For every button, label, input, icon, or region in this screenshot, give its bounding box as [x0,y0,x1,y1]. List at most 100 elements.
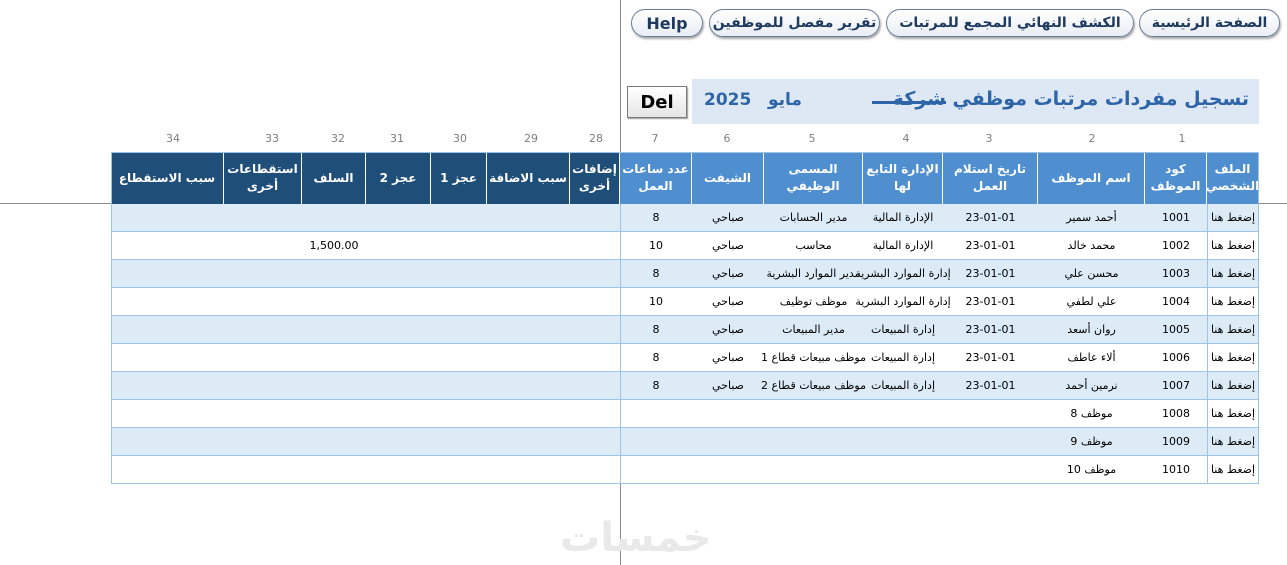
cell-employee-code[interactable]: 1003 [1145,260,1207,287]
cell-department[interactable]: الإدارة المالية [863,232,943,259]
cell-advances[interactable] [302,456,366,483]
cell-profile-link[interactable]: إضغط هنا [1207,260,1259,287]
cell-advances[interactable] [302,288,366,315]
cell-job-title[interactable] [764,456,863,483]
cell-work-hours[interactable]: 10 [620,288,692,315]
page-title: تسجيل مفردات مرتبات موظفي شركة [892,88,1249,110]
cell-department[interactable]: الإدارة المالية [863,204,943,231]
cell-employee-code[interactable]: 1002 [1145,232,1207,259]
title-month[interactable]: مايو [768,90,802,110]
cell-employee-code[interactable]: 1007 [1145,372,1207,399]
cell-employee-code[interactable]: 1009 [1145,428,1207,455]
cell-employee-code[interactable]: 1001 [1145,204,1207,231]
cell-employee-name[interactable]: روان أسعد [1038,316,1145,343]
cell-employee-name[interactable]: نرمين أحمد [1038,372,1145,399]
cell-employee-code[interactable]: 1006 [1145,344,1207,371]
cell-department[interactable] [863,456,943,483]
cell-job-title[interactable]: مدير الحسابات [764,204,863,231]
cell-work-hours[interactable]: 8 [620,260,692,287]
cell-shift[interactable]: صباحي [692,316,764,343]
cell-department[interactable]: إدارة الموارد البشرية [855,260,950,287]
cell-advances[interactable] [302,400,366,427]
title-year[interactable]: 2025 [704,90,751,110]
cell-shift[interactable] [692,400,764,427]
cell-shift[interactable]: صباحي [692,288,764,315]
cell-advances[interactable] [302,428,366,455]
cell-work-hours[interactable] [620,456,692,483]
cell-department[interactable]: إدارة المبيعات [863,344,943,371]
cell-job-title[interactable]: محاسب [764,232,863,259]
cell-start-date[interactable]: 23-01-01 [943,372,1038,399]
cell-start-date[interactable]: 23-01-01 [943,344,1038,371]
cell-advances[interactable] [302,260,366,287]
cell-shift[interactable]: صباحي [692,204,764,231]
cell-profile-link[interactable]: إضغط هنا [1207,204,1259,231]
cell-employee-name[interactable]: موظف 10 [1038,456,1145,483]
cell-profile-link[interactable]: إضغط هنا [1207,428,1259,455]
cell-job-title[interactable]: موظف مبيعات قطاع 1 [761,344,866,371]
cell-advances[interactable] [302,372,366,399]
cell-start-date[interactable] [943,400,1038,427]
cell-employee-name[interactable]: علي لطفي [1038,288,1145,315]
cell-employee-name[interactable]: محسن علي [1038,260,1145,287]
cell-employee-name[interactable]: موظف 9 [1038,428,1145,455]
delete-button[interactable]: Del [627,86,687,118]
cell-job-title[interactable]: موظف مبيعات قطاع 2 [761,372,866,399]
cell-profile-link[interactable]: إضغط هنا [1207,288,1259,315]
cell-job-title[interactable] [764,428,863,455]
help-button[interactable]: Help [631,9,703,37]
cell-profile-link[interactable]: إضغط هنا [1207,344,1259,371]
cell-department[interactable]: إدارة المبيعات [863,372,943,399]
final-report-button[interactable]: الكشف النهائي المجمع للمرتبات [886,9,1134,37]
cell-advances[interactable] [302,204,366,231]
cell-profile-link[interactable]: إضغط هنا [1207,372,1259,399]
cell-shift[interactable]: صباحي [692,344,764,371]
cell-profile-link[interactable]: إضغط هنا [1207,456,1259,483]
cell-employee-name[interactable]: موظف 8 [1038,400,1145,427]
cell-start-date[interactable]: 23-01-01 [943,288,1038,315]
cell-work-hours[interactable]: 8 [620,316,692,343]
column-number: 3 [985,132,993,145]
column-number: 33 [265,132,279,145]
cell-advances[interactable] [302,316,366,343]
cell-work-hours[interactable]: 8 [620,372,692,399]
cell-shift[interactable]: صباحي [692,260,764,287]
cell-start-date[interactable] [943,428,1038,455]
cell-employee-name[interactable]: ألاء عاطف [1038,344,1145,371]
cell-employee-name[interactable]: أحمد سمير [1038,204,1145,231]
cell-start-date[interactable]: 23-01-01 [943,260,1038,287]
cell-department[interactable] [863,400,943,427]
cell-job-title[interactable]: موظف توظيف [764,288,863,315]
cell-work-hours[interactable]: 8 [620,344,692,371]
home-button[interactable]: الصفحة الرئيسية [1139,9,1280,37]
cell-start-date[interactable] [943,456,1038,483]
cell-department[interactable] [863,428,943,455]
cell-shift[interactable]: صباحي [692,232,764,259]
cell-advances[interactable]: 1,500.00 [302,232,366,259]
cell-work-hours[interactable]: 8 [620,204,692,231]
cell-shift[interactable]: صباحي [692,372,764,399]
cell-employee-code[interactable]: 1008 [1145,400,1207,427]
cell-start-date[interactable]: 23-01-01 [943,204,1038,231]
cell-shift[interactable] [692,428,764,455]
cell-profile-link[interactable]: إضغط هنا [1207,316,1259,343]
cell-profile-link[interactable]: إضغط هنا [1207,232,1259,259]
cell-work-hours[interactable] [620,400,692,427]
cell-advances[interactable] [302,344,366,371]
detailed-report-button[interactable]: تقرير مفصل للموظفين [709,9,880,37]
cell-work-hours[interactable] [620,428,692,455]
cell-job-title[interactable]: مدير المبيعات [764,316,863,343]
cell-start-date[interactable]: 23-01-01 [943,316,1038,343]
cell-employee-code[interactable]: 1004 [1145,288,1207,315]
cell-department[interactable]: إدارة الموارد البشرية [855,288,950,315]
cell-job-title[interactable]: مدير الموارد البشرية [764,260,863,287]
cell-employee-name[interactable]: محمد خالد [1038,232,1145,259]
cell-job-title[interactable] [764,400,863,427]
cell-start-date[interactable]: 23-01-01 [943,232,1038,259]
cell-employee-code[interactable]: 1010 [1145,456,1207,483]
cell-shift[interactable] [692,456,764,483]
cell-work-hours[interactable]: 10 [620,232,692,259]
cell-profile-link[interactable]: إضغط هنا [1207,400,1259,427]
cell-employee-code[interactable]: 1005 [1145,316,1207,343]
cell-department[interactable]: إدارة المبيعات [863,316,943,343]
